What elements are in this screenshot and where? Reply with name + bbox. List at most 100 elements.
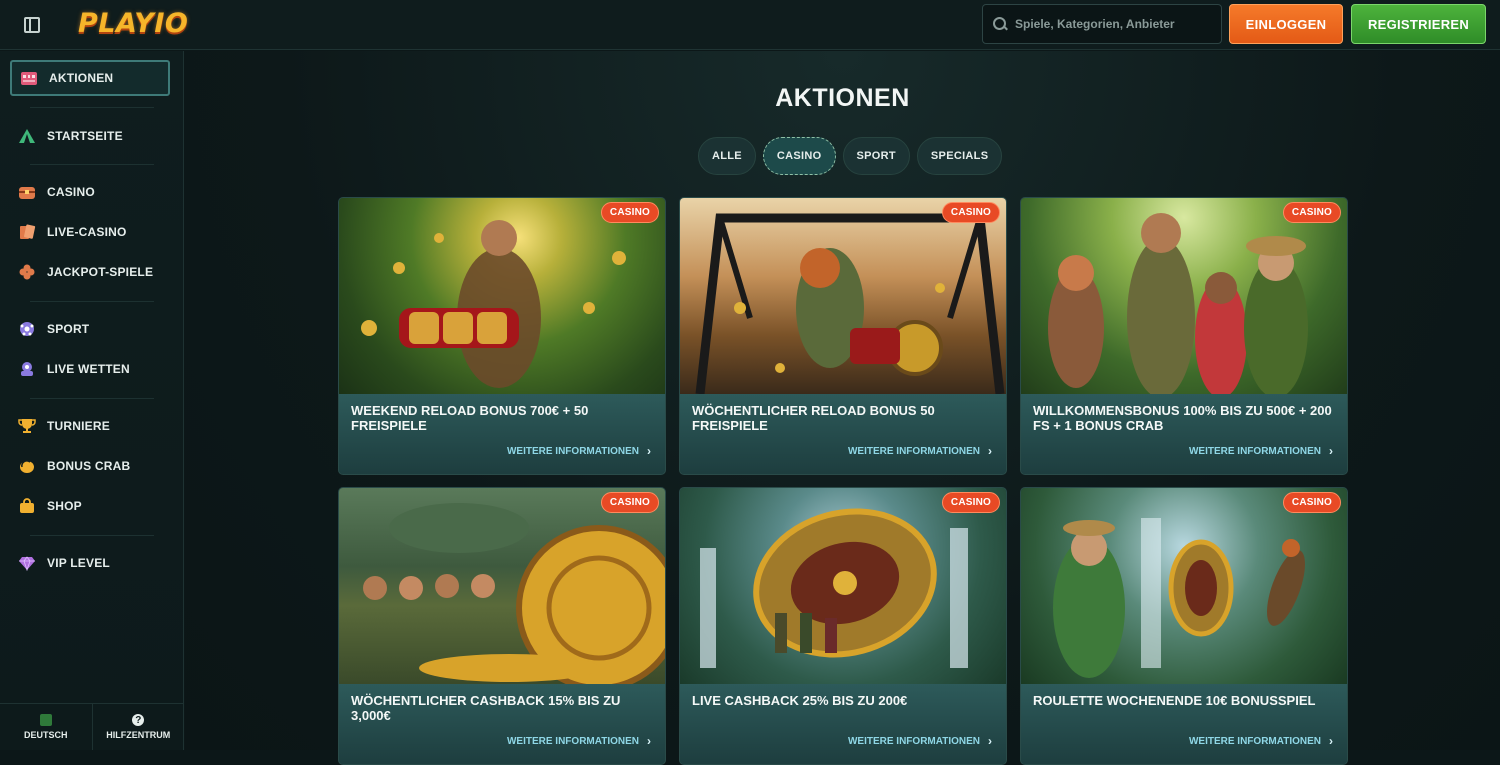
more-info-label: WEITERE INFORMATIONEN xyxy=(1188,445,1321,457)
cards-icon xyxy=(18,223,36,241)
promo-title: WÖCHENTLICHER CASHBACK 15% BIS ZU 3,000€ xyxy=(351,693,621,723)
category-badge: CASINO xyxy=(941,202,1000,223)
promo-image xyxy=(339,198,665,394)
more-info-link[interactable]: WEITERE INFORMATIONEN › xyxy=(1189,444,1333,458)
promo-title: LIVE CASHBACK 25% BIS ZU 200€ xyxy=(692,693,908,708)
tab-sport[interactable]: SPORT xyxy=(842,137,910,175)
help-center-button[interactable]: ? HILFZENTRUM xyxy=(93,704,185,750)
sidebar-item-label: STARTSEITE xyxy=(47,129,123,143)
sidebar-item-live-wetten[interactable]: LIVE WETTEN xyxy=(10,351,170,387)
promo-image xyxy=(1021,488,1347,684)
category-badge: CASINO xyxy=(941,492,1000,513)
trophy-icon xyxy=(18,417,36,435)
promo-title: WÖCHENTLICHER RELOAD BONUS 50 FREISPIELE xyxy=(692,403,935,433)
main-content: AKTIONEN ALLE CASINO SPORT SPECIALS CASI… xyxy=(185,51,1500,765)
chevron-right-icon: › xyxy=(988,734,992,748)
tab-specials[interactable]: SPECIALS xyxy=(916,137,1003,175)
category-badge: CASINO xyxy=(1282,492,1341,513)
promo-info: WÖCHENTLICHER RELOAD BONUS 50 FREISPIELE… xyxy=(680,394,1006,474)
sidebar-toggle-icon[interactable] xyxy=(20,13,44,37)
tab-alle[interactable]: ALLE xyxy=(698,137,756,175)
sidebar-item-label: CASINO xyxy=(47,185,95,199)
divider xyxy=(30,164,154,165)
sidebar-item-sport[interactable]: SPORT xyxy=(10,311,170,347)
more-info-link[interactable]: WEITERE INFORMATIONEN › xyxy=(507,444,651,458)
sidebar-item-vip-level[interactable]: VIP LEVEL xyxy=(10,545,170,581)
tent-icon xyxy=(18,127,36,145)
more-info-link[interactable]: WEITERE INFORMATIONEN › xyxy=(848,734,992,748)
sidebar-item-startseite[interactable]: STARTSEITE xyxy=(10,118,170,154)
sidebar-item-label: SHOP xyxy=(47,499,82,513)
login-button[interactable]: EINLOGGEN xyxy=(1229,4,1343,44)
promo-info: WILLKOMMENSBONUS 100% BIS ZU 500€ + 200 … xyxy=(1021,394,1347,474)
language-button[interactable]: DEUTSCH xyxy=(0,704,93,750)
promo-card[interactable]: CASINO WILLKOMMENSBONUS 100% BIS ZU 500€… xyxy=(1020,197,1348,475)
sidebar-item-label: VIP LEVEL xyxy=(47,556,110,570)
promo-info: WEEKEND RELOAD BONUS 700€ + 50 FREISPIEL… xyxy=(339,394,665,474)
sidebar-item-label: LIVE-CASINO xyxy=(47,225,127,239)
more-info-label: WEITERE INFORMATIONEN xyxy=(1188,735,1321,747)
promo-info: ROULETTE WOCHENENDE 10€ BONUSSPIEL WEITE… xyxy=(1021,684,1347,764)
promo-filter-tabs: ALLE CASINO SPORT SPECIALS xyxy=(698,137,1003,175)
sidebar: AKTIONEN STARTSEITE CASINO LIVE-CASINO J… xyxy=(0,51,184,750)
sidebar-item-label: TURNIERE xyxy=(47,419,110,433)
divider xyxy=(30,107,154,108)
sidebar-item-shop[interactable]: SHOP xyxy=(10,488,170,524)
chevron-right-icon: › xyxy=(647,444,651,458)
tab-casino[interactable]: CASINO xyxy=(762,137,836,175)
sidebar-item-jackpot-spiele[interactable]: JACKPOT-SPIELE xyxy=(10,254,170,290)
promo-card[interactable]: CASINO WEEKEND RELOAD BONUS 700€ + 50 FR… xyxy=(338,197,666,475)
promo-image xyxy=(680,488,1006,684)
divider xyxy=(30,398,154,399)
chevron-right-icon: › xyxy=(988,444,992,458)
promo-image xyxy=(339,488,665,684)
sidebar-item-live-casino[interactable]: LIVE-CASINO xyxy=(10,214,170,250)
more-info-label: WEITERE INFORMATIONEN xyxy=(506,735,639,747)
sidebar-item-casino[interactable]: CASINO xyxy=(10,174,170,210)
more-info-link[interactable]: WEITERE INFORMATIONEN › xyxy=(1189,734,1333,748)
promo-card[interactable]: CASINO WÖCHENTLICHER CASHBACK 15% BIS ZU… xyxy=(338,487,666,765)
more-info-label: WEITERE INFORMATIONEN xyxy=(506,445,639,457)
chevron-right-icon: › xyxy=(647,734,651,748)
search-input[interactable] xyxy=(1015,17,1221,31)
sidebar-footer: DEUTSCH ? HILFZENTRUM xyxy=(0,703,184,750)
divider xyxy=(30,535,154,536)
sidebar-item-label: SPORT xyxy=(47,322,90,336)
shopping-bag-icon xyxy=(18,497,36,515)
gift-icon xyxy=(20,69,38,87)
sidebar-item-aktionen[interactable]: AKTIONEN xyxy=(10,60,170,96)
search-icon xyxy=(993,17,1007,31)
top-header: PLAYIO EINLOGGEN REGISTRIEREN xyxy=(0,0,1500,50)
search-box[interactable] xyxy=(982,4,1222,44)
promo-card[interactable]: CASINO LIVE CASHBACK 25% BIS ZU 200€ WEI… xyxy=(679,487,1007,765)
help-icon: ? xyxy=(132,714,145,726)
promo-card[interactable]: CASINO WÖCHENTLICHER RELOAD BONUS 50 FRE… xyxy=(679,197,1007,475)
chevron-right-icon: › xyxy=(1329,734,1333,748)
chevron-right-icon: › xyxy=(1329,444,1333,458)
sidebar-item-turniere[interactable]: TURNIERE xyxy=(10,408,170,444)
promo-info: LIVE CASHBACK 25% BIS ZU 200€ WEITERE IN… xyxy=(680,684,1006,764)
divider xyxy=(30,301,154,302)
clover-icon xyxy=(18,263,36,281)
sidebar-item-bonus-crab[interactable]: BONUS CRAB xyxy=(10,448,170,484)
promo-title: WEEKEND RELOAD BONUS 700€ + 50 FREISPIEL… xyxy=(351,403,589,433)
promo-title: WILLKOMMENSBONUS 100% BIS ZU 500€ + 200 … xyxy=(1033,403,1332,433)
sidebar-item-label: LIVE WETTEN xyxy=(47,362,130,376)
promo-info: WÖCHENTLICHER CASHBACK 15% BIS ZU 3,000€… xyxy=(339,684,665,764)
register-button[interactable]: REGISTRIEREN xyxy=(1351,4,1486,44)
site-logo[interactable]: PLAYIO xyxy=(78,8,188,39)
promo-image xyxy=(680,198,1006,394)
chest-icon xyxy=(18,183,36,201)
more-info-link[interactable]: WEITERE INFORMATIONEN › xyxy=(848,444,992,458)
diamond-icon xyxy=(18,554,36,572)
more-info-link[interactable]: WEITERE INFORMATIONEN › xyxy=(507,734,651,748)
soccer-ball-icon xyxy=(18,320,36,338)
category-badge: CASINO xyxy=(600,202,659,223)
sidebar-item-label: AKTIONEN xyxy=(49,71,114,85)
category-badge: CASINO xyxy=(600,492,659,513)
sidebar-item-label: JACKPOT-SPIELE xyxy=(47,265,154,279)
more-info-label: WEITERE INFORMATIONEN xyxy=(847,445,980,457)
page-title: AKTIONEN xyxy=(775,84,910,112)
promo-card[interactable]: CASINO ROULETTE WOCHENENDE 10€ BONUSSPIE… xyxy=(1020,487,1348,765)
sidebar-item-label: BONUS CRAB xyxy=(47,459,131,473)
